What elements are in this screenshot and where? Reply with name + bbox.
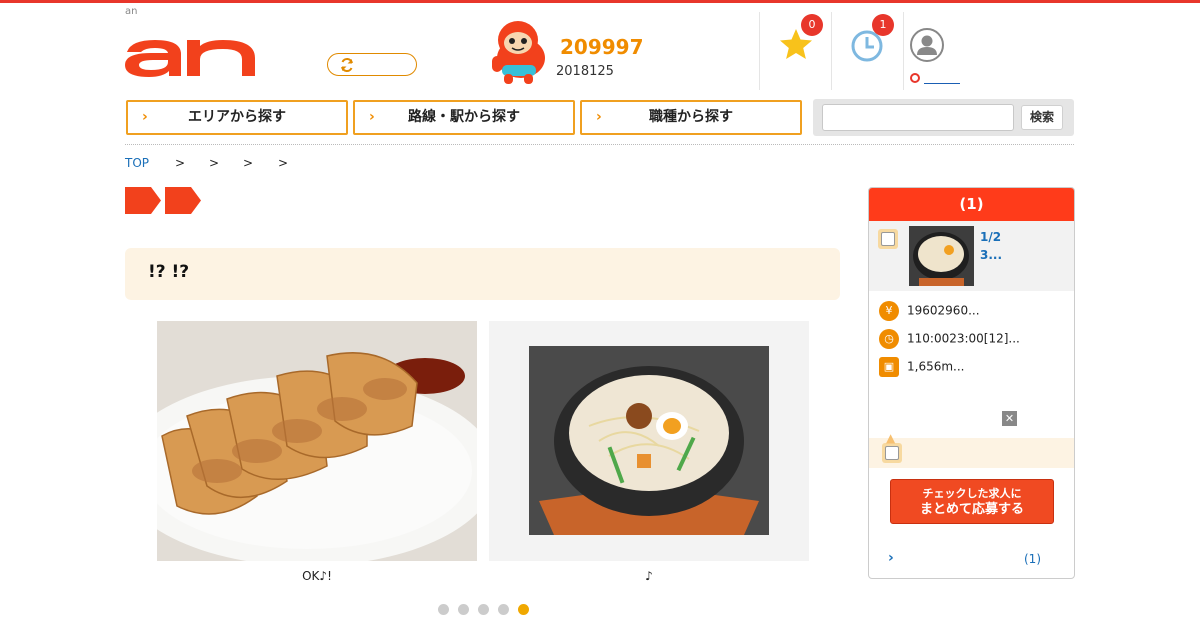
breadcrumb: TOP > > > > — [125, 156, 288, 170]
bulk-apply-label-top: チェックした求人に — [922, 487, 1022, 500]
arrow-up-icon: ▲ — [886, 431, 896, 445]
chevron-right-icon[interactable]: › — [888, 550, 894, 566]
keyword-search: 検索 — [813, 99, 1074, 136]
slide-image-ramen[interactable] — [489, 321, 809, 561]
job-title-link[interactable]: 1/2 3... — [980, 228, 1002, 264]
header-divider — [831, 12, 832, 90]
job-count-total: 209997 — [560, 35, 644, 59]
sidebar-checked-jobs: (1) 1/2 3... ¥19602960... ◷ 110:0023:00[1… — [868, 187, 1075, 579]
job-thumbnail[interactable] — [909, 226, 974, 286]
an-logo[interactable] — [125, 38, 257, 78]
carousel-dot[interactable] — [438, 604, 449, 615]
access-text: 1,656m... — [907, 359, 965, 374]
catchcopy-box: !? !? — [125, 248, 840, 300]
sidebar-job-item: 1/2 3... — [869, 221, 1074, 291]
job-count-date: 2018125 — [556, 64, 614, 79]
search-button[interactable]: 検索 — [1021, 105, 1063, 130]
user-avatar-icon[interactable] — [910, 28, 944, 62]
clock-icon: ◷ — [879, 329, 899, 349]
sidebar-title: (1) — [869, 188, 1074, 221]
site-tag: an — [125, 6, 138, 17]
job-title-line: 3... — [980, 248, 1003, 262]
job-title-line: 1/2 — [980, 230, 1002, 244]
breadcrumb-separator: > — [175, 156, 186, 170]
section-arrows-icon — [125, 187, 201, 214]
breadcrumb-top-link[interactable]: TOP — [125, 156, 149, 170]
slide-image-gyoza[interactable] — [157, 321, 477, 561]
select-all-row — [869, 438, 1074, 468]
catchcopy-text: !? !? — [148, 262, 190, 282]
hours-row: ◷ 110:0023:00[12]... — [879, 329, 1020, 349]
mascot-illustration — [492, 21, 545, 84]
breadcrumb-separator: > — [209, 156, 220, 170]
search-by-area-label: エリアから探す — [188, 109, 286, 125]
breadcrumb-separator: > — [278, 156, 289, 170]
train-icon: ▣ — [879, 357, 899, 377]
search-by-route-button[interactable]: › 路線・駅から探す — [353, 100, 575, 135]
carousel-dot[interactable] — [478, 604, 489, 615]
select-all-checkbox[interactable] — [882, 443, 902, 463]
keyword-search-input[interactable] — [822, 104, 1014, 131]
carousel-dot-active[interactable] — [518, 604, 529, 615]
yen-icon: ¥ — [879, 301, 899, 321]
search-by-route-label: 路線・駅から探す — [408, 109, 520, 125]
refresh-button[interactable] — [327, 53, 417, 76]
bulk-apply-label-main: まとめて応募する — [919, 502, 1024, 517]
chevron-right-icon: › — [369, 109, 375, 125]
job-checkbox[interactable] — [878, 229, 898, 249]
login-link[interactable] — [924, 83, 960, 84]
breadcrumb-separator: > — [243, 156, 254, 170]
header-divider — [759, 12, 760, 90]
salary-row: ¥19602960... — [879, 301, 980, 321]
access-row: ▣ 1,656m... — [879, 357, 965, 377]
top-accent-bar — [0, 0, 1200, 3]
carousel-dot[interactable] — [458, 604, 469, 615]
header-divider — [903, 12, 904, 90]
login-status-icon — [910, 73, 920, 83]
slide-caption: ♪ — [645, 569, 653, 583]
favorites-count-badge: 0 — [801, 14, 823, 36]
chevron-right-icon: › — [596, 109, 602, 125]
checked-list-count-link[interactable]: (1) — [1024, 552, 1041, 566]
search-by-area-button[interactable]: › エリアから探す — [126, 100, 348, 135]
hours-text: 110:0023:00[12]... — [907, 331, 1020, 346]
bulk-apply-button[interactable]: チェックした求人に まとめて応募する — [890, 479, 1054, 524]
header-separator — [125, 144, 1074, 145]
close-icon[interactable]: ✕ — [1002, 411, 1017, 426]
slide-caption: OK♪! — [302, 569, 332, 583]
carousel-dot[interactable] — [498, 604, 509, 615]
salary-text: 19602960... — [907, 303, 980, 318]
search-by-job-type-label: 職種から探す — [649, 109, 733, 125]
history-count-badge: 1 — [872, 14, 894, 36]
chevron-right-icon: › — [142, 109, 148, 125]
search-by-job-type-button[interactable]: › 職種から探す — [580, 100, 802, 135]
refresh-icon — [339, 57, 355, 73]
